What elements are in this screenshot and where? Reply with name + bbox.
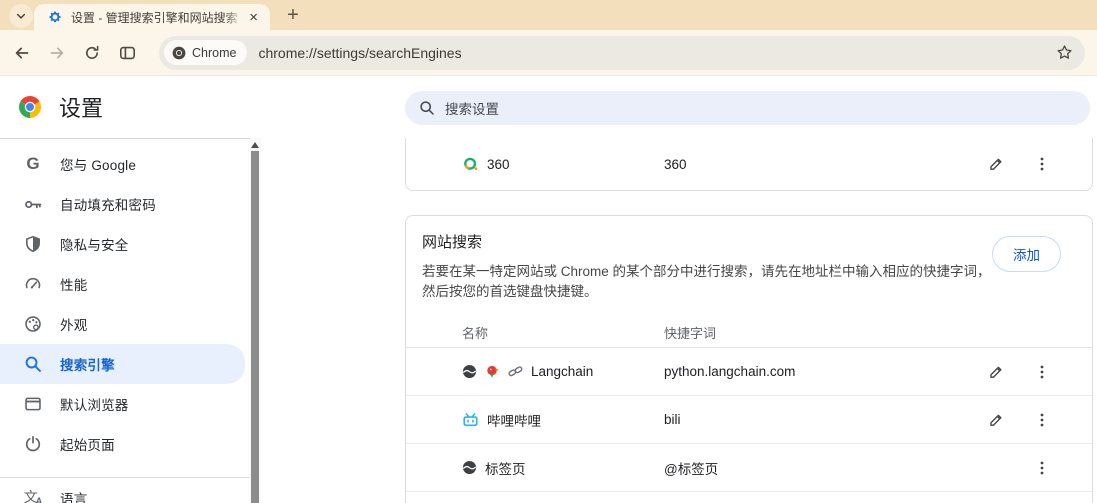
main-panel: 360 360 网站搜索 若要在某一特定网站或 Chrome 的某个部分中进行搜… [261,138,1097,503]
edit-button[interactable] [984,152,1008,176]
more-actions-button[interactable] [1030,408,1054,432]
settings-header: 设置 搜索设置 [0,76,1097,139]
settings-search-input[interactable]: 搜索设置 [405,91,1090,125]
reload-icon [86,45,99,59]
search-icon [420,101,434,115]
sidebar-scrollbar[interactable] [250,138,261,503]
site-search-card: 网站搜索 若要在某一特定网站或 Chrome 的某个部分中进行搜索，请先在地址栏… [405,215,1093,503]
table-header: 名称 快捷字词 [406,318,1092,348]
more-actions-button[interactable] [1030,456,1054,480]
more-actions-button[interactable] [1030,152,1054,176]
browser-toolbar: Chrome chrome://settings/searchEngines [0,30,1097,76]
table-row: 哔哩哔哩 bili [406,396,1092,444]
google-g-icon: G [26,154,40,173]
new-tab-button[interactable]: + [280,3,306,29]
edit-button[interactable] [984,408,1008,432]
pencil-icon [990,366,1002,378]
search-engine-icon [23,354,43,374]
site-name: 哔哩哔哩 [487,413,541,429]
360-icon [464,157,478,170]
bilibili-icon [463,412,478,426]
chevron-down-icon [16,13,26,19]
section-title: 网站搜索 [422,234,483,251]
sidebar-item-appearance[interactable]: 外观 [0,304,250,344]
kebab-menu-icon [1040,413,1044,426]
tab-close-icon[interactable]: × [245,9,262,26]
side-panel-button[interactable] [111,37,143,69]
back-button[interactable] [6,37,38,69]
gear-icon [49,11,61,23]
add-button[interactable]: 添加 [992,236,1061,272]
sidebar-item-autofill[interactable]: 自动填充和密码 [0,184,250,224]
shield-icon [23,234,43,254]
tab-search-button[interactable] [9,4,33,28]
omnibox[interactable]: Chrome chrome://settings/searchEngines [159,35,1085,70]
speedometer-icon [23,274,43,294]
column-name: 名称 [462,326,489,341]
chrome-logo-icon [19,96,41,118]
site-name: 标签页 [485,461,526,477]
forward-arrow-icon [50,47,64,58]
chip-label: Chrome [192,45,237,60]
site-shortcut: @标签页 [664,461,719,477]
site-shortcut: python.langchain.com [664,364,796,379]
back-arrow-icon [15,47,29,58]
scrollbar-thumb[interactable] [251,151,259,503]
content-area: G 您与 Google 自动填充和密码 隐私与安全 性能 外观 搜索引擎 默认浏… [0,138,1097,503]
bookmark-star-icon[interactable] [1056,44,1073,61]
column-shortcut: 快捷字词 [664,326,717,341]
globe-icon [462,364,477,379]
reload-button[interactable] [76,37,108,69]
table-row: Langchain python.langchain.com [406,348,1092,396]
parrot-icon [487,365,499,378]
sidebar-item-search-engine[interactable]: 搜索引擎 [0,344,245,384]
search-placeholder: 搜索设置 [445,102,499,117]
kebab-menu-icon [1040,157,1044,171]
section-description: 若要在某一特定网站或 Chrome 的某个部分中进行搜索，请先在地址栏中输入相应… [422,264,991,299]
pencil-icon [990,414,1002,426]
engine-shortcut: 360 [664,156,687,172]
sidebar-item-performance[interactable]: 性能 [0,264,250,304]
table-row: 标签页 @标签页 [406,444,1092,492]
power-icon [23,434,43,454]
more-actions-button[interactable] [1030,360,1054,384]
tab-title: 设置 - 管理搜索引擎和网站搜索 [71,8,246,26]
browser-window-icon [23,394,43,414]
site-name: Langchain [531,364,594,379]
active-tab[interactable]: 设置 - 管理搜索引擎和网站搜索 × [34,4,270,30]
engine-name: 360 [487,156,510,172]
engine-row-360: 360 360 [406,138,1092,190]
key-icon [23,194,43,214]
pencil-icon [990,158,1002,170]
sidebar-item-privacy[interactable]: 隐私与安全 [0,224,250,264]
chrome-mono-icon [172,46,186,59]
chain-icon [508,366,523,377]
sidebar-item-languages[interactable]: 文A 语言 [0,478,250,503]
edit-placeholder [984,456,1008,480]
sidebar-item-default-browser[interactable]: 默认浏览器 [0,384,250,424]
globe-icon [462,460,477,475]
edit-button[interactable] [984,360,1008,384]
chrome-chip[interactable]: Chrome [164,40,248,65]
kebab-menu-icon [1040,461,1044,474]
page-title: 设置 [59,96,104,121]
split-view-icon [119,46,135,59]
sidebar: G 您与 Google 自动填充和密码 隐私与安全 性能 外观 搜索引擎 默认浏… [0,138,250,503]
forward-button[interactable] [41,37,73,69]
sidebar-item-startup[interactable]: 起始页面 [0,424,250,464]
tab-strip: 设置 - 管理搜索引擎和网站搜索 × + [0,0,1097,30]
site-shortcut: bili [664,412,681,427]
translate-icon: 文A [23,489,43,503]
scrollbar-up-arrow-icon[interactable] [251,142,259,148]
palette-icon [23,314,43,334]
kebab-menu-icon [1040,365,1044,378]
url-text[interactable]: chrome://settings/searchEngines [258,45,1056,61]
search-engines-card: 360 360 [405,138,1093,191]
sidebar-item-you-and-google[interactable]: G 您与 Google [0,144,250,184]
